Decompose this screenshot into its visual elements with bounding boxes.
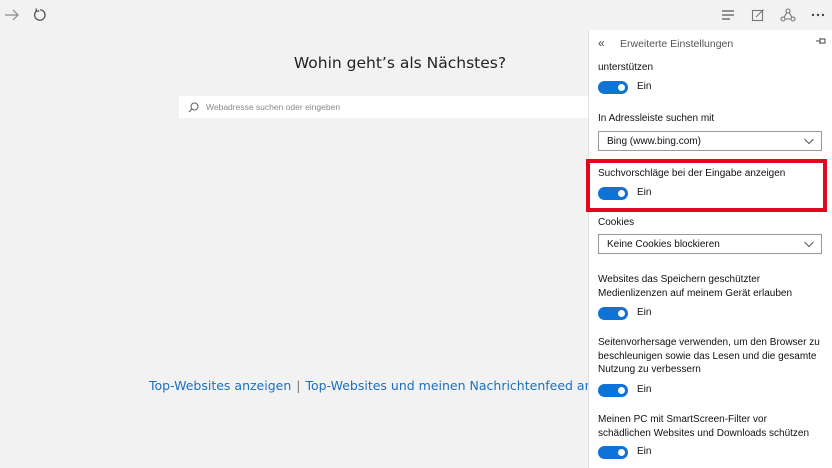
search-suggestions-toggle-label: Ein [637,187,652,198]
forward-button[interactable] [0,3,24,27]
share-button[interactable] [776,3,800,27]
back-icon[interactable]: « [598,36,605,50]
support-toggle-label: Ein [637,81,652,92]
page-headline: Wohin geht’s als Nächstes? [293,54,507,72]
smartscreen-label: Meinen PC mit SmartScreen-Filter vor sch… [598,414,810,439]
hub-icon [722,10,734,20]
page-prediction-toggle[interactable] [598,384,628,397]
refresh-button[interactable] [28,3,52,27]
toggle-knob [618,449,625,456]
pin-icon[interactable] [815,36,827,46]
hub-button[interactable] [716,3,740,27]
refresh-icon [34,8,46,21]
search-input[interactable] [206,102,586,112]
share-icon [780,8,796,22]
smartscreen-toggle[interactable] [598,446,628,459]
show-top-sites-link[interactable]: Top-Websites anzeigen [149,378,291,393]
addressbar-search-label: In Adressleiste suchen mit [598,113,715,124]
cookies-label: Cookies [598,217,635,228]
more-icon [811,13,825,17]
addressbar-search-select[interactable]: Bing (www.bing.com) [598,131,822,151]
toggle-knob [618,310,625,317]
top-sites-links: Top-Websites anzeigen | Top-Websites und m… [149,378,648,393]
panel-title: Erweiterte Einstellungen [620,38,734,50]
search-suggestions-toggle[interactable] [598,187,628,200]
page-prediction-toggle-label: Ein [637,384,652,395]
settings-panel: « Erweiterte Einstellungen unterstützen … [588,30,832,468]
addressbar-search-value: Bing (www.bing.com) [607,135,701,147]
page-prediction-label: Seitenvorhersage verwenden, um den Brows… [598,337,820,375]
panel-header: « Erweiterte Einstellungen [589,30,832,60]
cookies-select[interactable]: Keine Cookies blockieren [598,234,822,254]
support-label-tail: unterstützen [598,62,654,73]
media-licenses-toggle[interactable] [598,307,628,320]
search-box[interactable] [179,96,589,118]
support-toggle[interactable] [598,81,628,94]
show-top-sites-and-feed-link[interactable]: Top-Websites und meinen Nachrichtenfeed … [306,378,634,393]
link-separator: | [296,378,301,393]
smartscreen-toggle-label: Ein [637,446,652,457]
browser-toolbar [0,0,832,30]
search-suggestions-label: Suchvorschläge bei der Eingabe anzeigen [598,168,786,179]
search-icon [188,101,199,113]
web-note-icon [751,9,764,22]
web-note-button[interactable] [746,3,770,27]
more-button[interactable] [806,3,830,27]
arrow-right-icon [5,9,19,21]
chevron-down-icon [803,238,815,250]
chevron-down-icon [803,135,815,147]
toggle-knob [618,84,625,91]
media-licenses-toggle-label: Ein [637,307,652,318]
toggle-knob [618,387,625,394]
media-licenses-label: Websites das Speichern geschützter Medie… [598,274,792,299]
toggle-knob [618,190,625,197]
cookies-value: Keine Cookies blockieren [607,238,720,250]
